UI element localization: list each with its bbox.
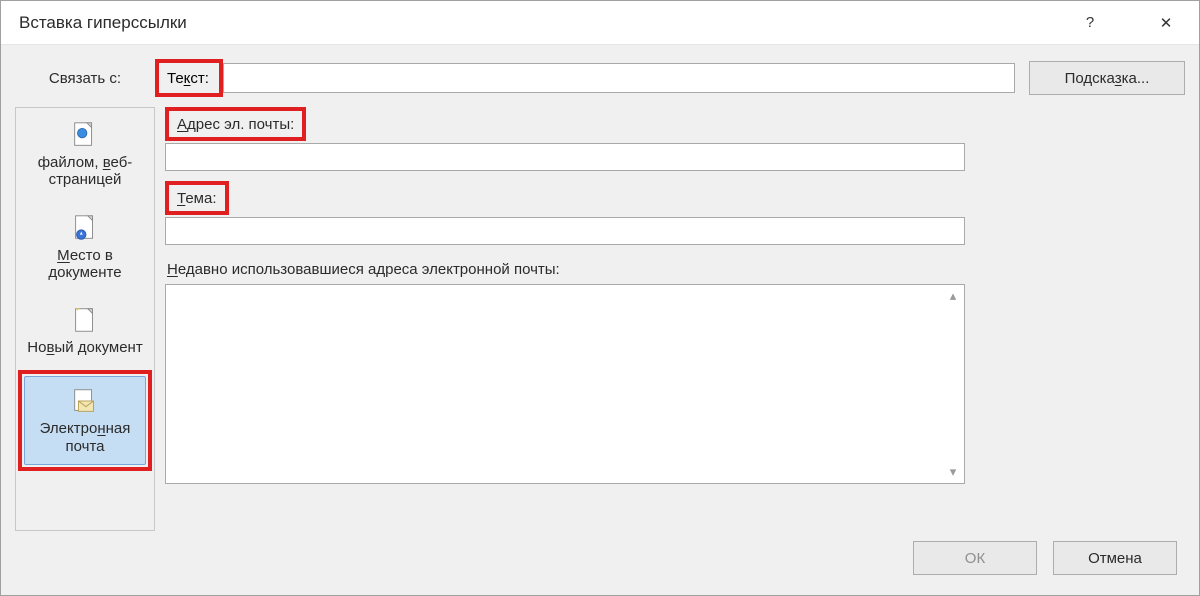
sidebar-item-label: Место в документе	[22, 247, 148, 282]
link-with-label: Связать с:	[15, 70, 155, 87]
help-button[interactable]: ?	[1067, 1, 1113, 45]
screentip-button[interactable]: Подсказка...	[1029, 61, 1185, 95]
email-subject-label: Тема:	[177, 190, 217, 207]
bookmark-page-icon	[70, 213, 100, 243]
dialog-footer: ОК Отмена	[15, 531, 1185, 585]
text-label: Текст:	[167, 70, 209, 87]
screentip-button-label: Подсказка...	[1065, 70, 1150, 87]
hyperlink-dialog: Вставка гиперссылки ? ✕ Связать с: Текст…	[0, 0, 1200, 596]
dialog-title: Вставка гиперссылки	[19, 13, 187, 33]
ok-button-label: ОК	[965, 550, 985, 567]
display-text-input[interactable]	[223, 63, 1015, 93]
cancel-button-label: Отмена	[1088, 550, 1142, 567]
cancel-button[interactable]: Отмена	[1053, 541, 1177, 575]
sidebar-item-file-webpage[interactable]: файлом, веб-страницей	[18, 110, 152, 199]
recent-emails-label: Недавно использовавшиеся адреса электрон…	[167, 261, 1185, 278]
mid-area: файлом, веб-страницей Место в документе …	[15, 107, 1185, 531]
email-subject-label-box: Тема:	[165, 181, 229, 215]
sidebar-item-email-highlight: Электронная почта	[18, 370, 152, 471]
scroll-down-icon[interactable]: ▾	[944, 463, 962, 481]
ok-button[interactable]: ОК	[913, 541, 1037, 575]
titlebar-controls: ? ✕	[1067, 1, 1189, 44]
sidebar-item-place-in-doc[interactable]: Место в документе	[18, 203, 152, 292]
email-address-label-box: Адрес эл. почты:	[165, 107, 306, 141]
email-subject-input[interactable]	[165, 217, 965, 245]
email-address-input[interactable]	[165, 143, 965, 171]
top-row: Связать с: Текст: Подсказка...	[15, 55, 1185, 101]
sidebar-item-label: Новый документ	[27, 339, 142, 356]
dialog-content: Связать с: Текст: Подсказка... файлом, в…	[1, 45, 1199, 595]
help-icon: ?	[1086, 14, 1094, 31]
envelope-icon	[70, 386, 100, 416]
globe-page-icon	[70, 120, 100, 150]
new-doc-icon	[70, 305, 100, 335]
linkto-sidebar: файлом, веб-страницей Место в документе …	[15, 107, 155, 531]
titlebar: Вставка гиперссылки ? ✕	[1, 1, 1199, 45]
text-label-box: Текст:	[155, 59, 223, 97]
close-icon: ✕	[1160, 14, 1173, 32]
sidebar-item-label: файлом, веб-страницей	[22, 154, 148, 189]
right-column: Адрес эл. почты: Тема: Недавно использов…	[165, 107, 1185, 531]
sidebar-item-email[interactable]: Электронная почта	[24, 376, 146, 465]
email-address-label: Адрес эл. почты:	[177, 116, 294, 133]
sidebar-item-new-doc[interactable]: Новый документ	[18, 295, 152, 366]
scroll-up-icon[interactable]: ▴	[944, 287, 962, 305]
close-button[interactable]: ✕	[1143, 1, 1189, 45]
recent-emails-listbox[interactable]: ▴ ▾	[165, 284, 965, 484]
sidebar-item-label: Электронная почта	[28, 420, 142, 455]
